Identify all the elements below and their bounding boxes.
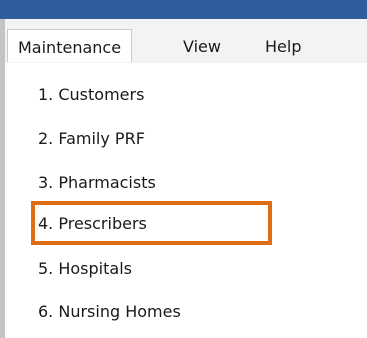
menu-bar: Maintenance View Help (5, 19, 367, 63)
title-bar (0, 0, 367, 19)
menu-view[interactable]: View (183, 38, 221, 56)
maintenance-dropdown-menu: 1. Customers 2. Family PRF 3. Pharmacist… (5, 63, 367, 338)
menu-item-nursing-homes[interactable]: 6. Nursing Homes (38, 302, 181, 322)
menu-item-family-prf[interactable]: 2. Family PRF (38, 129, 145, 149)
menu-item-customers[interactable]: 1. Customers (38, 85, 144, 105)
menu-item-hospitals[interactable]: 5. Hospitals (38, 259, 132, 279)
menu-help[interactable]: Help (265, 38, 301, 56)
menu-maintenance[interactable]: Maintenance (7, 29, 133, 62)
highlight-annotation-box (31, 201, 272, 245)
menu-item-pharmacists[interactable]: 3. Pharmacists (38, 173, 156, 193)
application-window: Maintenance View Help 1. Customers 2. Fa… (5, 19, 367, 338)
